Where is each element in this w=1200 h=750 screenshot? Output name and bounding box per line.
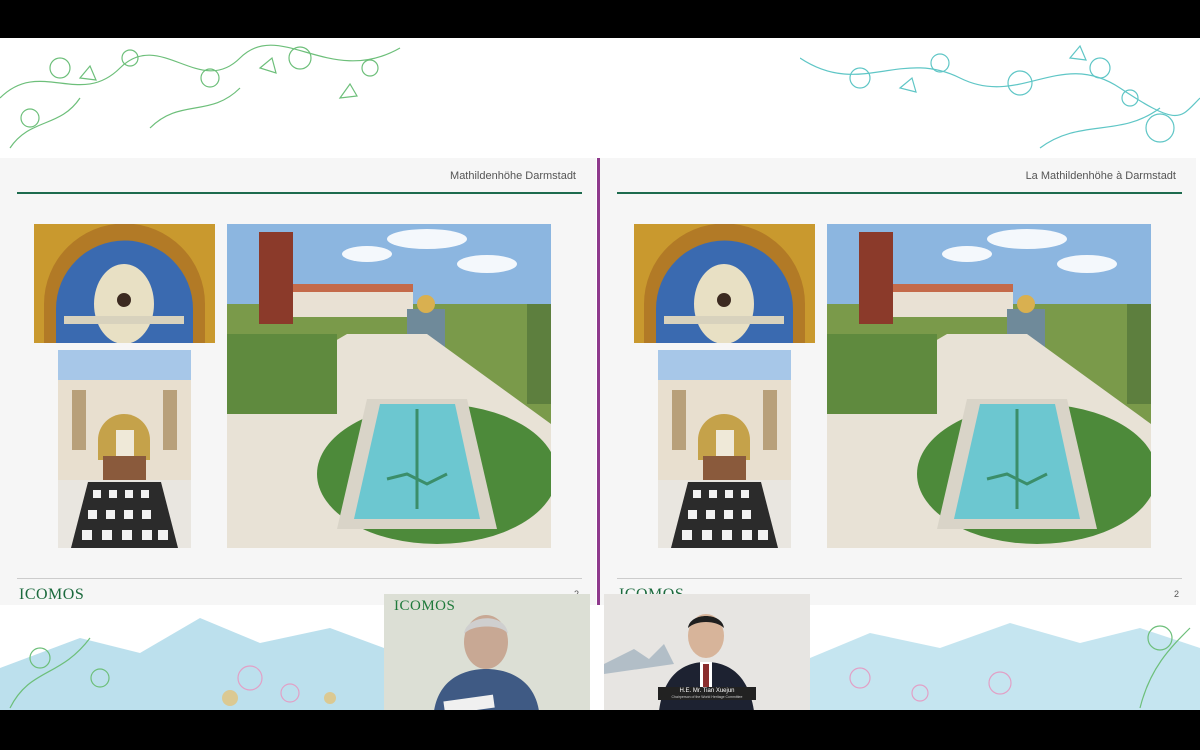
- video-tile-speaker-chair[interactable]: H.E. Mr. Tian Xuejun Chairperson of the …: [604, 594, 810, 710]
- speaker-name: H.E. Mr. Tian Xuejun: [679, 688, 735, 694]
- mathildenhoehe-aerial-photo: [227, 224, 551, 548]
- slide-title-rule: [17, 192, 582, 194]
- slide-title-rule: [617, 192, 1182, 194]
- slide-footer-rule: [617, 578, 1182, 579]
- floral-decoration-top-left: [0, 44, 401, 149]
- mathildenhoehe-aerial-photo: [827, 224, 1151, 548]
- landscape-decoration-bottom: [0, 618, 1200, 710]
- speaker-role: Chairperson of the World Heritage Commit…: [671, 695, 743, 699]
- slide-french: La Mathildenhöhe à Darmstadt 2: [600, 158, 1196, 605]
- portal-sculptures-photo: [58, 350, 191, 548]
- broadcast-stage: Mathildenhöhe Darmstadt ICOMOS La Mathil…: [0, 38, 1200, 710]
- mosaic-lunette-photo: [634, 224, 815, 343]
- page-number: 2: [1173, 589, 1179, 599]
- floral-decoration-top-right: [800, 44, 1200, 149]
- slide-title: La Mathildenhöhe à Darmstadt: [1025, 170, 1176, 182]
- portal-sculptures-photo: [658, 350, 791, 548]
- mosaic-lunette-photo: [34, 224, 215, 343]
- speaker-avatar: [434, 615, 539, 710]
- speaker-nameplate: H.E. Mr. Tian Xuejun Chairperson of the …: [658, 687, 756, 700]
- icomos-logo: ICOMOS: [19, 586, 85, 603]
- slide-footer-rule: [17, 578, 582, 579]
- video-tile-speaker-icomos[interactable]: ICOMOS: [384, 594, 590, 710]
- slide-title: Mathildenhöhe Darmstadt: [450, 170, 576, 182]
- slide-english: Mathildenhöhe Darmstadt ICOMOS: [0, 158, 596, 605]
